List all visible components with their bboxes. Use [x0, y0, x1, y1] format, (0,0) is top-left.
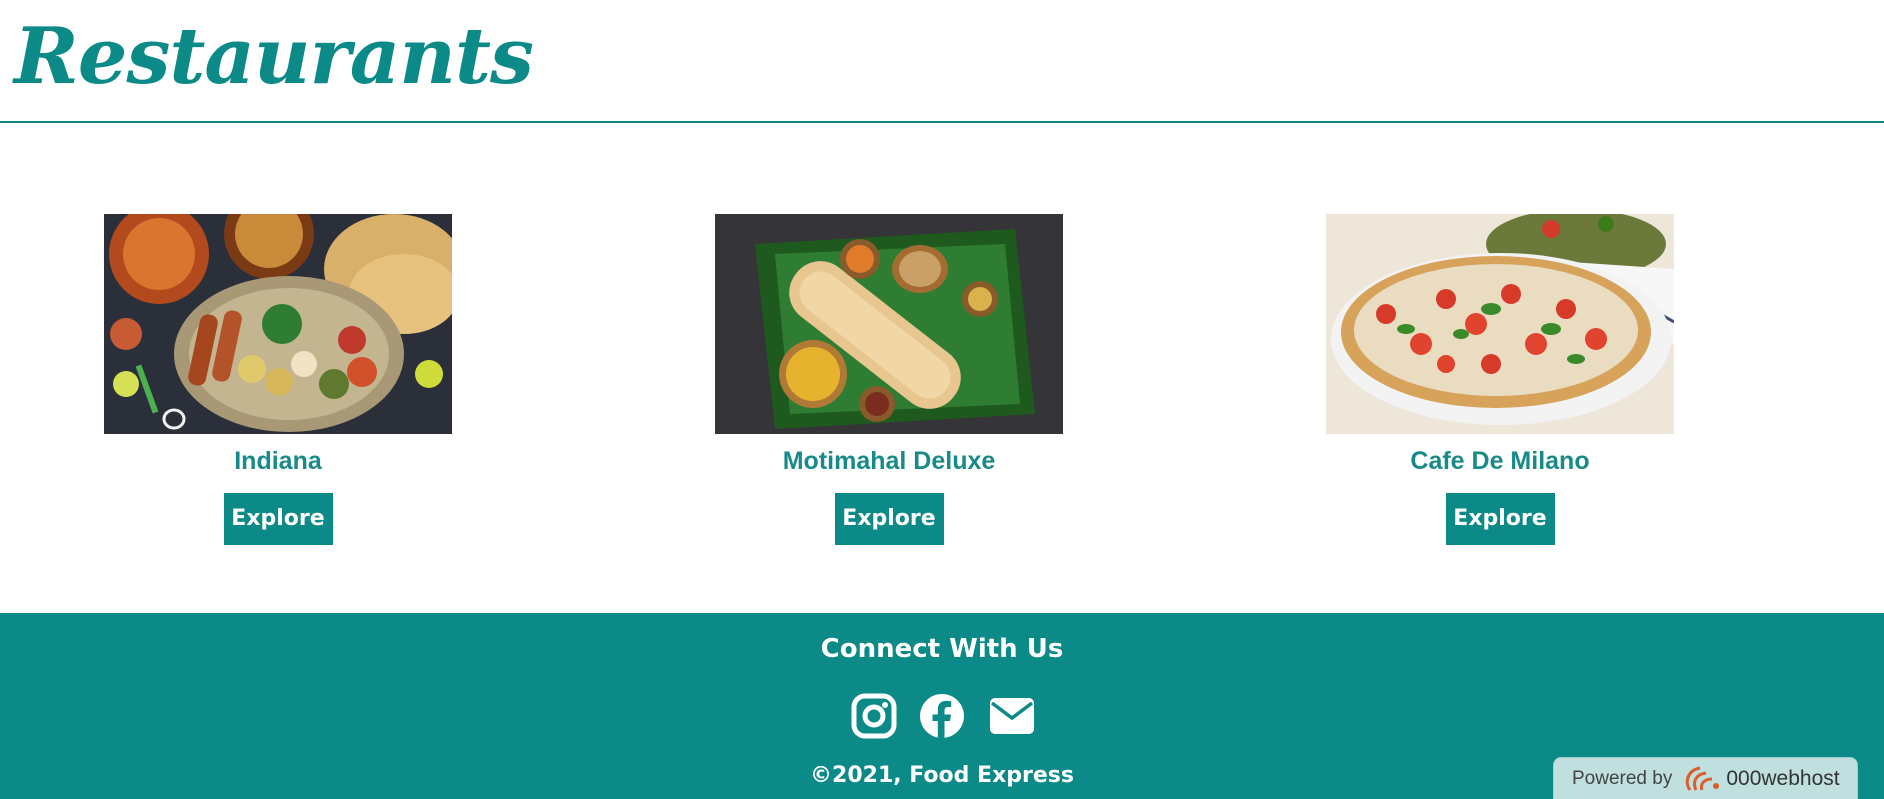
- restaurant-card-motimahal-deluxe: Motimahal Deluxe Explore: [715, 214, 1063, 545]
- explore-button-cafe-de-milano[interactable]: Explore: [1445, 493, 1555, 545]
- explore-button-motimahal-deluxe[interactable]: Explore: [834, 493, 944, 545]
- instagram-icon[interactable]: [851, 693, 897, 739]
- mail-icon[interactable]: [987, 693, 1034, 739]
- restaurant-name: Cafe De Milano: [1410, 447, 1590, 475]
- restaurant-name: Indiana: [234, 447, 322, 475]
- page-title: Restaurants: [14, 11, 534, 102]
- restaurant-card-cafe-de-milano: Cafe De Milano Explore: [1326, 214, 1674, 545]
- powered-by-badge[interactable]: Powered by 000webhost: [1553, 757, 1858, 799]
- page-header: Restaurants: [0, 0, 1884, 123]
- restaurant-name: Motimahal Deluxe: [782, 447, 996, 475]
- webhost-label: 000webhost: [1726, 766, 1840, 790]
- explore-button-indiana[interactable]: Explore: [223, 493, 333, 545]
- restaurant-image-indiana: [104, 214, 452, 434]
- restaurant-list: Indiana Explore Motimahal Deluxe Explore: [0, 214, 1884, 545]
- restaurant-image-motimahal-deluxe: [715, 214, 1063, 434]
- footer-title: Connect With Us: [820, 634, 1064, 664]
- restaurant-image-cafe-de-milano: [1326, 214, 1674, 434]
- facebook-icon[interactable]: [919, 693, 965, 739]
- restaurant-card-indiana: Indiana Explore: [104, 214, 452, 545]
- webhost-logo-icon: [1686, 766, 1720, 791]
- powered-by-label: Powered by: [1572, 767, 1673, 789]
- social-links: [0, 693, 1884, 739]
